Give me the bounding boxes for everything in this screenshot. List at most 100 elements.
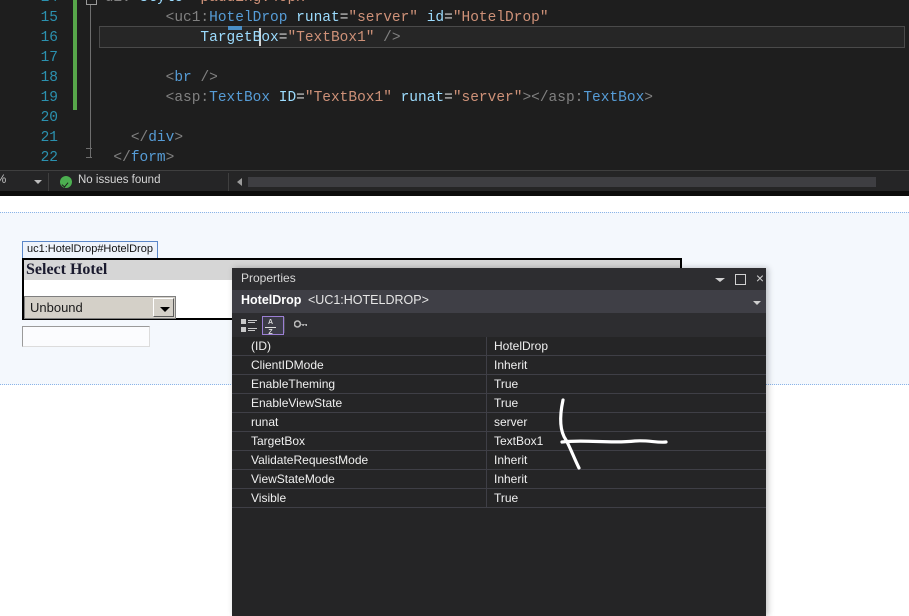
property-column-divider[interactable] — [486, 356, 487, 375]
property-value[interactable]: True — [494, 491, 518, 505]
property-column-divider[interactable] — [486, 470, 487, 489]
code-token: "TextBox1" — [287, 30, 375, 46]
property-row[interactable]: ValidateRequestMode Inherit — [232, 451, 766, 470]
code-token: > — [165, 150, 175, 166]
property-row[interactable]: ViewStateMode Inherit — [232, 470, 766, 489]
property-column-divider[interactable] — [486, 413, 487, 432]
chevron-down-icon — [160, 307, 170, 312]
line-number: 19 — [40, 90, 58, 106]
code-line[interactable]: 19 <asp:TextBox ID="TextBox1" runat="ser… — [0, 88, 909, 108]
code-token: = — [183, 0, 192, 6]
property-value[interactable]: Inherit — [494, 453, 527, 467]
property-row[interactable]: EnableTheming True — [232, 375, 766, 394]
code-line[interactable]: 21 </div> — [0, 128, 909, 148]
property-column-divider[interactable] — [486, 489, 487, 508]
code-token: runat — [400, 90, 445, 106]
code-line[interactable]: 22 </form> — [0, 148, 909, 168]
code-token: TargetBox — [200, 30, 279, 46]
code-line[interactable]: 15 <uc1:HotelDrop runat="server" id="Hot… — [0, 8, 909, 28]
code-token: > — [644, 90, 653, 106]
code-token: </ — [130, 130, 149, 146]
textbox1-input[interactable] — [22, 326, 150, 347]
code-line[interactable]: 14 <div style="padding:40px"> — [0, 0, 909, 8]
chevron-down-icon[interactable] — [753, 301, 761, 305]
line-text: <div style="padding:40px"> — [96, 0, 322, 8]
line-text: <br /> — [96, 68, 218, 88]
property-name: EnableViewState — [251, 396, 343, 410]
categorized-button[interactable] — [238, 316, 260, 335]
control-tag-badge[interactable]: uc1:HotelDrop#HotelDrop — [22, 241, 158, 258]
property-value[interactable]: True — [494, 396, 518, 410]
property-row[interactable]: EnableViewState True — [232, 394, 766, 413]
properties-titlebar[interactable]: Properties × — [232, 268, 766, 290]
dropdown-button[interactable] — [153, 298, 174, 317]
horizontal-scroll-left-arrow[interactable] — [237, 178, 242, 186]
property-column-divider[interactable] — [486, 451, 487, 470]
property-pages-button[interactable] — [290, 316, 312, 335]
code-token: TextBox — [583, 90, 645, 106]
toolbar-separator — [284, 317, 285, 333]
property-row[interactable]: Visible True — [232, 489, 766, 508]
properties-object-selector[interactable]: HotelDrop <UC1:HOTELDROP> — [232, 290, 766, 313]
line-number: 18 — [40, 70, 58, 86]
property-value[interactable]: Inherit — [494, 472, 527, 486]
line-number: 16 — [40, 30, 58, 46]
property-grid[interactable]: (ID) HotelDrop ClientIDMode Inherit EnableTh… — [232, 337, 766, 616]
property-row[interactable]: ClientIDMode Inherit — [232, 356, 766, 375]
zoom-dropdown-icon[interactable] — [34, 180, 42, 184]
code-token: </ — [113, 150, 131, 166]
code-token: style — [140, 0, 184, 6]
code-token: TextBox — [209, 90, 271, 106]
property-column-divider[interactable] — [486, 375, 487, 394]
code-editor[interactable]: 14 <div style="padding:40px">15 <uc1:Hote… — [0, 0, 909, 180]
code-token: "server" — [452, 90, 523, 106]
selected-object-name: HotelDrop — [241, 293, 302, 307]
code-token: "server" — [348, 10, 419, 26]
properties-window[interactable]: Properties × HotelDrop <UC1:HOTELDROP> A… — [232, 268, 766, 616]
property-value[interactable]: Inherit — [494, 358, 527, 372]
property-row[interactable]: TargetBox TextBox1 — [232, 432, 766, 451]
code-token: /> — [200, 70, 218, 86]
code-token: "HotelDrop" — [452, 10, 549, 26]
property-column-divider[interactable] — [486, 432, 487, 451]
code-line[interactable]: 17 — [0, 48, 909, 68]
property-value[interactable]: HotelDrop — [494, 339, 548, 353]
maximize-button[interactable] — [733, 272, 747, 286]
hotel-dropdown[interactable]: Unbound — [24, 296, 176, 319]
window-menu-button[interactable] — [713, 272, 727, 286]
property-column-divider[interactable] — [486, 394, 487, 413]
code-line[interactable]: 20 — [0, 108, 909, 128]
close-icon[interactable]: × — [753, 271, 767, 286]
code-token: = — [444, 90, 453, 106]
code-token: <div — [96, 0, 140, 6]
line-text: <uc1:HotelDrop runat="server" id="HotelD… — [96, 8, 549, 28]
dropdown-text-area: Unbound — [26, 298, 153, 317]
property-row[interactable]: runat server — [232, 413, 766, 432]
property-value[interactable]: TextBox1 — [494, 434, 543, 448]
line-number: 21 — [40, 130, 58, 146]
alphabetical-button[interactable]: A Z — [262, 316, 284, 336]
code-token: br — [174, 70, 192, 86]
line-number: 20 — [40, 110, 58, 126]
property-value[interactable]: True — [494, 377, 518, 391]
az-letter-a: A — [267, 319, 274, 326]
line-number: 14 — [0, 0, 58, 8]
code-token: asp: — [548, 90, 584, 106]
code-line[interactable]: 18 <br /> — [0, 68, 909, 88]
horizontal-scrollbar[interactable] — [248, 177, 876, 187]
select-hotel-heading: Select Hotel — [26, 261, 108, 278]
property-column-divider[interactable] — [486, 337, 487, 356]
code-token: HotelDrop — [209, 10, 288, 26]
code-line[interactable]: 16 TargetBox="TextBox1" /> — [0, 28, 909, 48]
property-name: TargetBox — [251, 434, 306, 448]
property-value[interactable]: server — [494, 415, 527, 429]
properties-toolbar[interactable]: A Z — [232, 313, 766, 338]
property-row[interactable]: (ID) HotelDrop — [232, 337, 766, 356]
